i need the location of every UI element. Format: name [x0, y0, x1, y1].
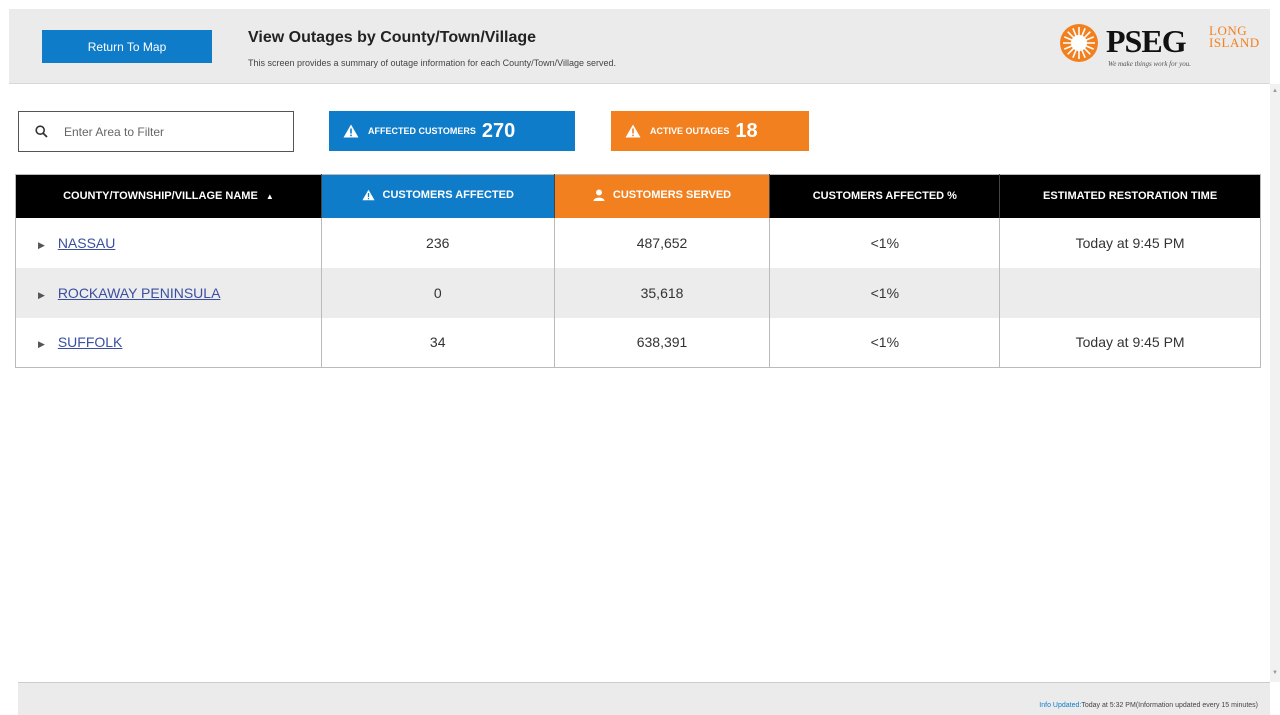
- expand-arrow-icon[interactable]: ▶: [38, 240, 45, 250]
- served-cell: 35,618: [554, 267, 771, 318]
- info-updated-note: (Information updated every 15 minutes): [1135, 702, 1258, 709]
- affected-customers-badge: Affected Customers 270: [329, 111, 575, 151]
- filter-input[interactable]: [64, 124, 264, 139]
- col-header-served-label: CUSTOMERS SERVED: [612, 188, 732, 201]
- person-icon: [593, 189, 605, 201]
- info-updated-label: Info Updated:: [1039, 702, 1082, 709]
- logo-island: ISLAND: [1209, 35, 1260, 50]
- logo-brand: PSEG: [1106, 23, 1187, 59]
- info-updated-time: Today at 5:32 PM: [1081, 702, 1136, 709]
- vertical-scrollbar[interactable]: [1270, 84, 1280, 682]
- county-link[interactable]: NASSAU: [58, 235, 116, 251]
- footer-bar: Info Updated:Today at 5:32 PM(Informatio…: [18, 682, 1270, 715]
- restoration-cell: Today at 9:45 PM: [1075, 234, 1185, 251]
- table-row[interactable]: ▶ ROCKAWAY PENINSULA 0 35,618 <1%: [15, 267, 1261, 318]
- percent-cell: <1%: [769, 217, 1001, 268]
- outage-summary-page: Return To Map View Outages by County/Tow…: [0, 0, 1280, 715]
- affected-cell: 0: [321, 267, 555, 318]
- return-to-map-button[interactable]: Return To Map: [42, 30, 212, 63]
- affected-customers-label: Affected Customers: [368, 126, 476, 136]
- info-updated-text: Info Updated:Today at 5:32 PM(Informatio…: [1039, 702, 1258, 709]
- sun-icon: [1060, 24, 1098, 62]
- col-header-percent-label: CUSTOMERS AFFECTED %: [812, 190, 957, 203]
- active-outages-label: Active Outages: [650, 126, 730, 136]
- col-header-affected[interactable]: CUSTOMERS AFFECTED: [321, 174, 555, 218]
- col-header-restoration[interactable]: ESTIMATED RESTORATION TIME: [999, 174, 1261, 218]
- search-icon: [35, 125, 48, 138]
- name-cell: ▶ NASSAU: [15, 217, 322, 268]
- warning-icon: [625, 124, 641, 138]
- scroll-up-icon[interactable]: ▲: [1272, 88, 1278, 94]
- col-header-name[interactable]: COUNTY/TOWNSHIP/VILLAGE NAME ▲: [15, 174, 322, 218]
- restoration-cell: Today at 9:45 PM: [1075, 334, 1185, 351]
- page-subtitle: This screen provides a summary of outage…: [248, 58, 617, 68]
- active-outages-value: 18: [735, 119, 758, 142]
- col-header-served[interactable]: CUSTOMERS SERVED: [554, 174, 771, 218]
- sort-asc-icon: ▲: [265, 191, 274, 201]
- filter-field[interactable]: [18, 111, 294, 152]
- table-header-row: COUNTY/TOWNSHIP/VILLAGE NAME ▲ CUSTOMERS…: [15, 174, 1261, 218]
- affected-cell: 236: [321, 217, 555, 268]
- warning-icon: [361, 189, 375, 201]
- header-bar: Return To Map View Outages by County/Tow…: [9, 9, 1270, 84]
- percent-cell: <1%: [769, 267, 1001, 318]
- outage-table: COUNTY/TOWNSHIP/VILLAGE NAME ▲ CUSTOMERS…: [15, 174, 1261, 368]
- scroll-down-icon[interactable]: ▼: [1272, 670, 1278, 676]
- col-header-name-label: COUNTY/TOWNSHIP/VILLAGE NAME: [63, 190, 258, 203]
- col-header-affected-label: CUSTOMERS AFFECTED: [382, 188, 514, 201]
- expand-arrow-icon[interactable]: ▶: [38, 290, 45, 300]
- pseg-logo: PSEG LONG ISLAND We make things work for…: [1059, 23, 1259, 73]
- served-cell: 638,391: [554, 317, 771, 368]
- logo-region: LONG ISLAND: [1209, 24, 1260, 50]
- percent-cell: <1%: [769, 317, 1001, 368]
- served-cell: 487,652: [554, 217, 771, 268]
- col-header-restoration-label: ESTIMATED RESTORATION TIME: [1043, 190, 1218, 203]
- expand-arrow-icon[interactable]: ▶: [38, 339, 45, 349]
- name-cell: ▶ SUFFOLK: [15, 317, 322, 368]
- col-header-percent[interactable]: CUSTOMERS AFFECTED %: [769, 174, 1001, 218]
- county-link[interactable]: ROCKAWAY PENINSULA: [58, 285, 221, 301]
- affected-customers-value: 270: [481, 119, 516, 142]
- warning-icon: [343, 124, 359, 138]
- restoration-cell: [999, 267, 1261, 318]
- page-title: View Outages by County/Town/Village: [248, 29, 537, 46]
- county-link[interactable]: SUFFOLK: [58, 334, 123, 350]
- table-row[interactable]: ▶ NASSAU 236 487,652 <1% Today at 9:45 P…: [15, 217, 1261, 268]
- name-cell: ▶ ROCKAWAY PENINSULA: [15, 267, 322, 318]
- logo-tagline: We make things work for you.: [1108, 60, 1191, 68]
- affected-cell: 34: [321, 317, 555, 368]
- active-outages-badge: Active Outages 18: [611, 111, 809, 151]
- table-row[interactable]: ▶ SUFFOLK 34 638,391 <1% Today at 9:45 P…: [15, 317, 1261, 368]
